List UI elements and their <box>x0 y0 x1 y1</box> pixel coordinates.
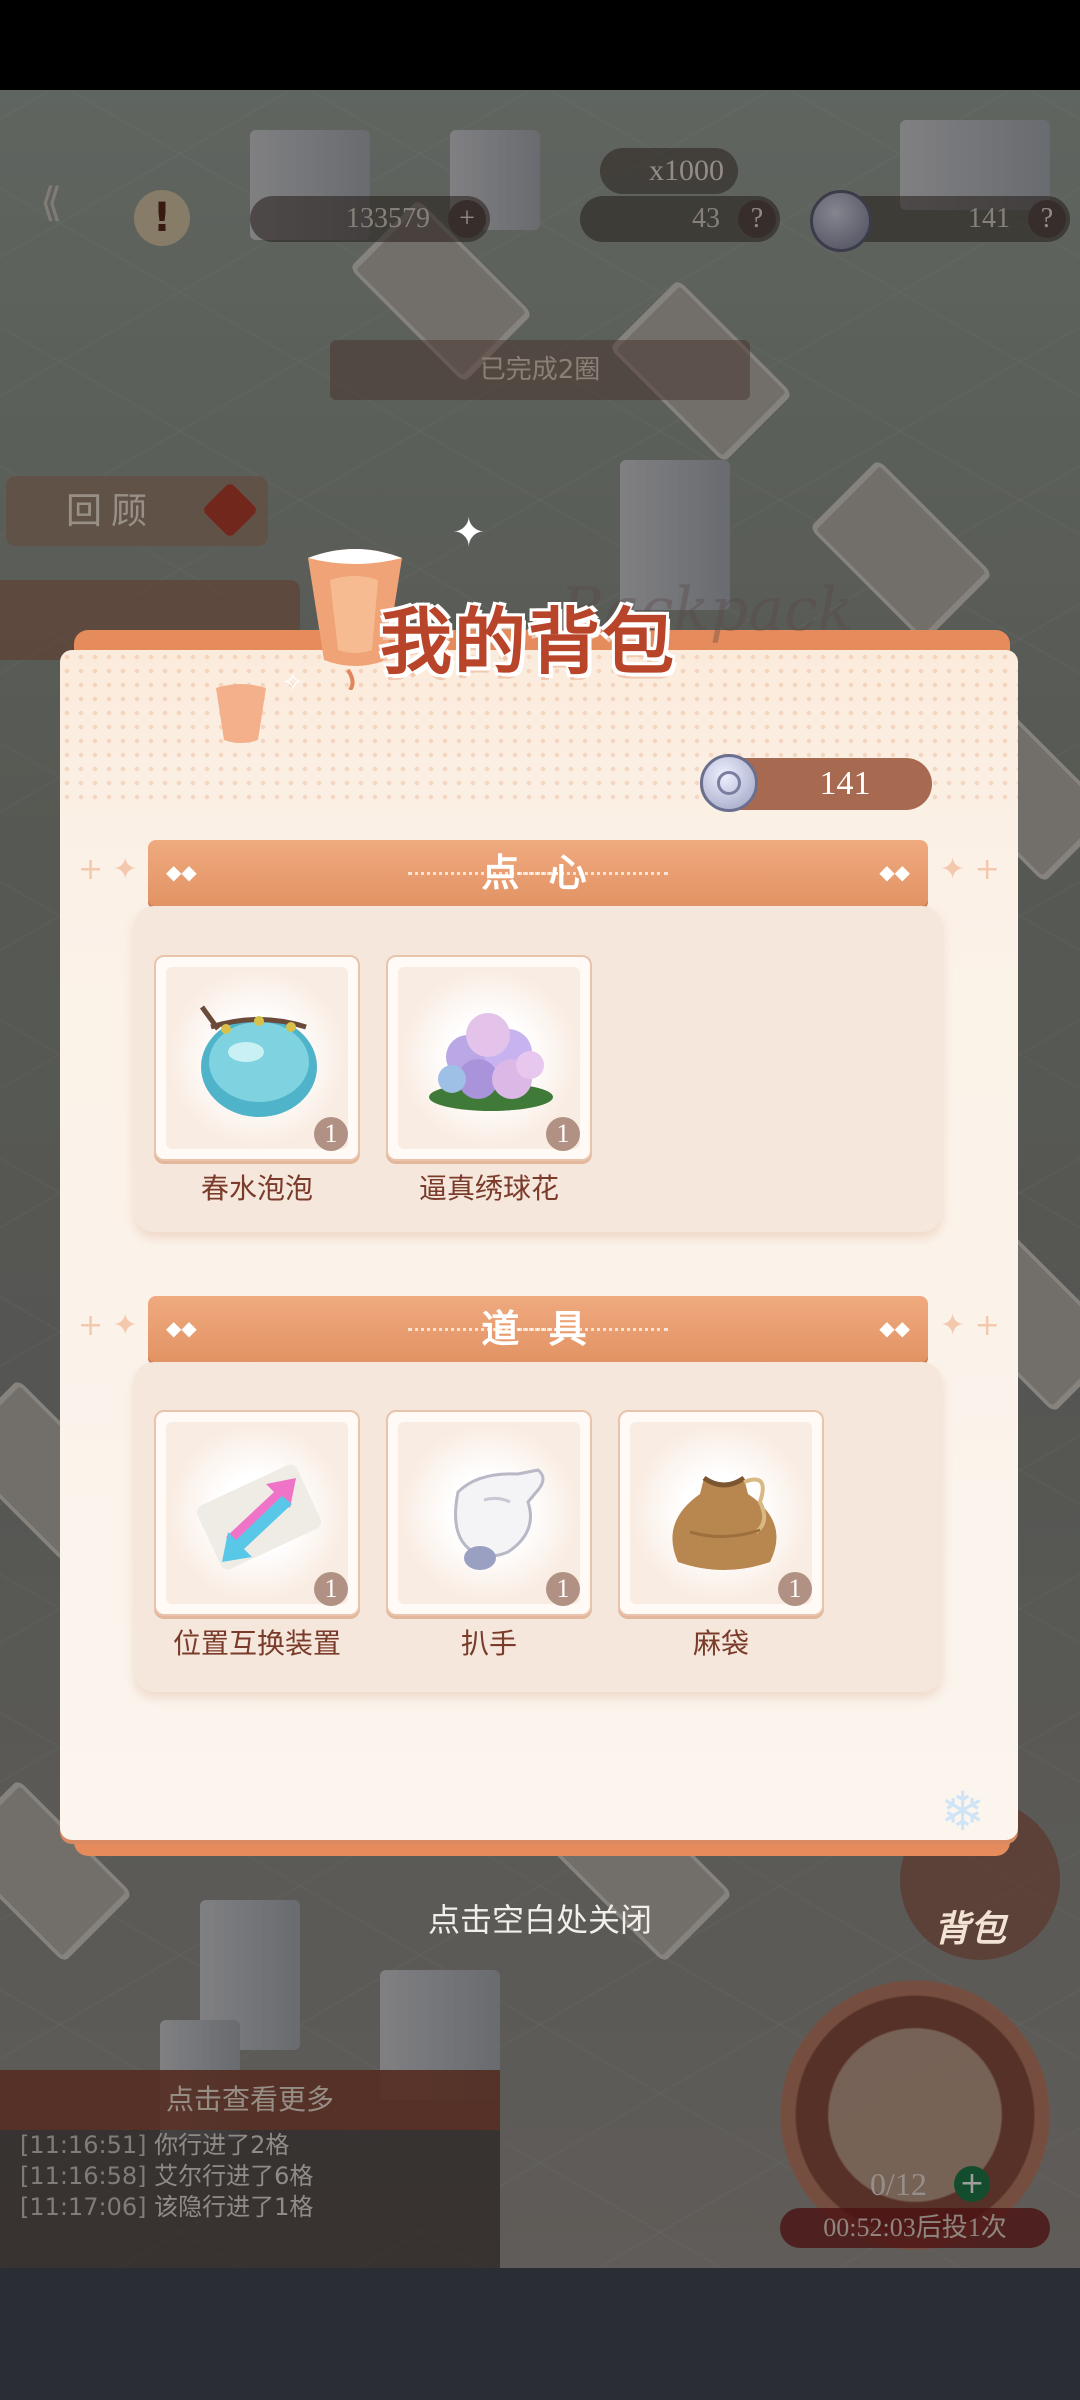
inventory-item[interactable]: 1 扒手 <box>386 1410 592 1662</box>
small-lantern-icon <box>216 684 266 743</box>
inventory-item[interactable]: 1 麻袋 <box>618 1410 824 1662</box>
sparkle-icon: ✧ <box>282 668 304 698</box>
item-count-badge: 1 <box>546 1117 580 1151</box>
item-name: 位置互换装置 <box>172 1627 341 1660</box>
item-count-badge: 1 <box>314 1572 348 1606</box>
item-card[interactable]: 1 <box>154 1410 360 1616</box>
dotted-line <box>518 872 668 875</box>
item-card[interactable]: 1 <box>618 1410 824 1616</box>
sparkle-icon: + ✦ <box>78 852 138 887</box>
sparkle-icon: + ✦ <box>78 1308 138 1343</box>
item-count-badge: 1 <box>546 1572 580 1606</box>
inventory-item[interactable]: 1 春水泡泡 <box>154 955 360 1207</box>
sparkle-icon: ✦ + <box>940 1308 1000 1343</box>
balance-value: 141 <box>819 765 871 802</box>
diamond-icon: ◆◆ <box>879 1316 910 1340</box>
item-count-badge: 1 <box>778 1572 812 1606</box>
section-header-snacks: ◆◆ 点 心 ◆◆ <box>148 840 928 906</box>
balance-pill: 141 <box>700 754 932 812</box>
snowflake-icon: ❄ <box>940 1780 986 1843</box>
section-header-props: ◆◆ 道 具 ◆◆ <box>148 1296 928 1362</box>
item-card[interactable]: 1 <box>386 1410 592 1616</box>
silver-coin-icon <box>700 754 758 812</box>
dotted-line <box>518 1328 668 1331</box>
title-rest: 的背包 <box>454 599 677 684</box>
status-bar <box>0 0 1080 90</box>
item-name: 扒手 <box>460 1627 517 1660</box>
item-name: 麻袋 <box>692 1627 749 1660</box>
diamond-icon: ◆◆ <box>879 860 910 884</box>
item-count-badge: 1 <box>314 1117 348 1151</box>
title-main: 我 <box>380 599 455 684</box>
item-name: 逼真绣球花 <box>418 1172 559 1205</box>
sparkle-icon: ✦ + <box>940 852 1000 887</box>
item-card[interactable]: 1 <box>154 955 360 1161</box>
modal-title: 我的背包 <box>380 583 676 688</box>
close-hint: 点击空白处关闭 <box>427 1901 652 1939</box>
item-card[interactable]: 1 <box>386 955 592 1161</box>
system-nav-bar <box>0 2268 1080 2400</box>
sparkle-icon: ✦ <box>452 510 486 556</box>
item-name: 春水泡泡 <box>200 1172 313 1205</box>
inventory-item[interactable]: 1 逼真绣球花 <box>386 955 592 1207</box>
inventory-item[interactable]: 1 位置互换装置 <box>154 1410 360 1662</box>
